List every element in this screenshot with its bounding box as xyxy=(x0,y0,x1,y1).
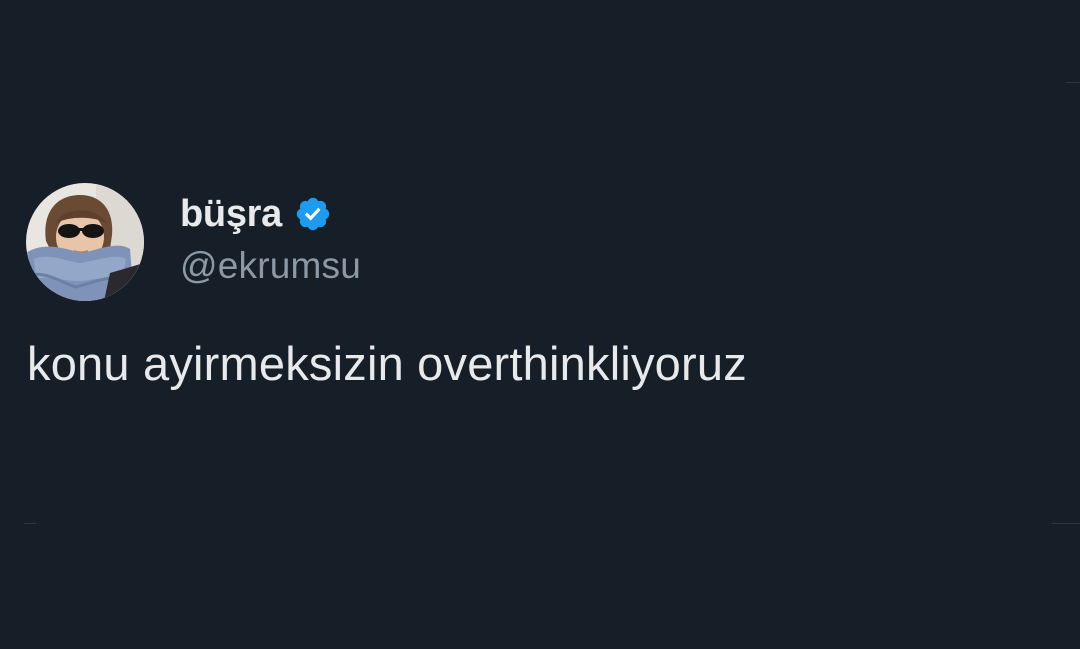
display-name[interactable]: büşra xyxy=(180,189,282,239)
divider-bottom-left xyxy=(24,523,36,524)
divider-top-right xyxy=(1066,82,1080,83)
avatar[interactable] xyxy=(26,183,144,301)
avatar-image xyxy=(26,183,144,301)
author-handle[interactable]: @ekrumsu xyxy=(180,242,361,290)
tweet-card: büşra @ekrumsu konu ayirmeksizin overthi… xyxy=(0,0,1080,649)
tweet-text: konu ayirmeksizin overthinkliyoruz xyxy=(27,337,747,390)
author-name-row[interactable]: büşra xyxy=(180,189,332,239)
divider-bottom-right xyxy=(1052,523,1080,524)
verified-badge-icon xyxy=(294,195,332,233)
